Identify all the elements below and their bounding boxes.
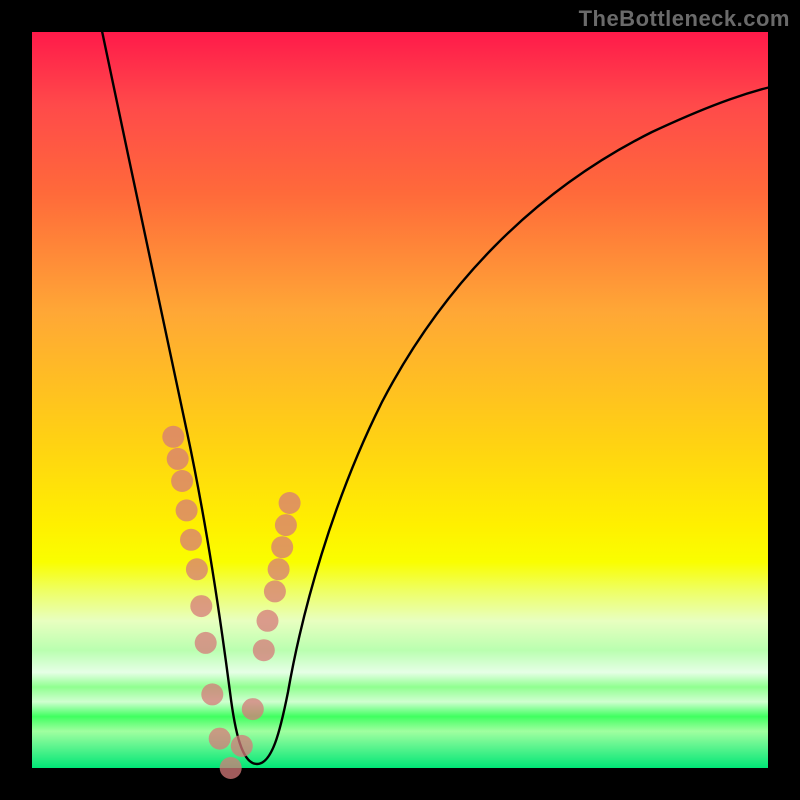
sample-dot (190, 595, 212, 617)
sample-dot (171, 470, 193, 492)
sample-dot (257, 610, 279, 632)
sample-dot (176, 499, 198, 521)
sample-dot (268, 558, 290, 580)
sample-dot (253, 639, 275, 661)
sample-dot (264, 580, 286, 602)
sample-dot (180, 529, 202, 551)
sample-dot (279, 492, 301, 514)
plot-area (32, 32, 768, 768)
sample-dot (167, 448, 189, 470)
sample-dot (162, 426, 184, 448)
sample-dot (242, 698, 264, 720)
outer-frame: TheBottleneck.com (0, 0, 800, 800)
chart-svg (32, 32, 768, 768)
sample-dot (271, 536, 293, 558)
sample-dot (209, 728, 231, 750)
sample-dot (195, 632, 217, 654)
sample-dot (275, 514, 297, 536)
sample-dot (220, 757, 242, 779)
watermark-text: TheBottleneck.com (579, 6, 790, 32)
sample-dot (231, 735, 253, 757)
sample-dot (201, 683, 223, 705)
sample-dot (186, 558, 208, 580)
